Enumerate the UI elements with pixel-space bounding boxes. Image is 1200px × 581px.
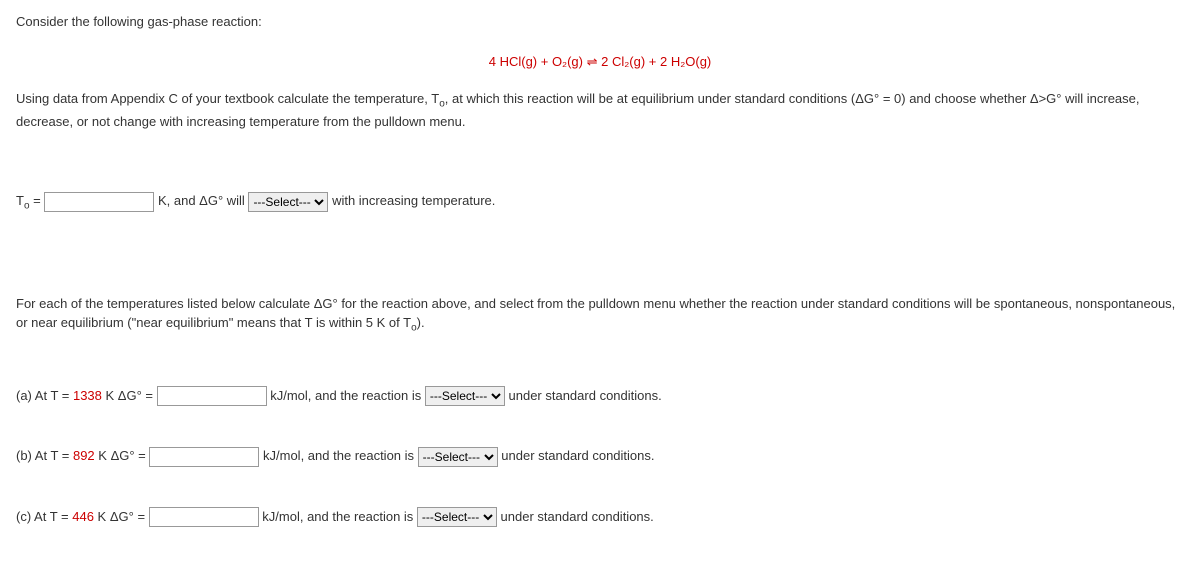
instruction-part-a: Using data from Appendix C of your textb… [16,91,439,106]
part-b-tail: under standard conditions. [501,448,654,463]
part-b-mid: K ΔG° = [95,448,150,463]
part-b-input[interactable] [149,447,259,467]
intro-text: Consider the following gas-phase reactio… [16,12,1184,32]
part-c-temp: 446 [72,509,94,524]
part-a-mid: K ΔG° = [102,388,157,403]
part-a-prefix: (a) At T = [16,388,73,403]
part-b-temp: 892 [73,448,95,463]
part-b-row: (b) At T = 892 K ΔG° = kJ/mol, and the r… [16,446,1184,467]
part-b-select[interactable]: ---Select--- [418,447,498,467]
part-a-after-input: kJ/mol, and the reaction is [270,388,425,403]
part-a-select[interactable]: ---Select--- [425,386,505,406]
instruction-parts: For each of the temperatures listed belo… [16,294,1184,336]
reaction-equation: 4 HCl(g) + O₂(g) ⇌ 2 Cl₂(g) + 2 H₂O(g) [16,52,1184,72]
instruction-equilibrium: Using data from Appendix C of your textb… [16,89,1184,131]
t-o-symbol: T [16,193,24,208]
part-a-row: (a) At T = 1338 K ΔG° = kJ/mol, and the … [16,386,1184,407]
after-t-o-input: K, and ΔG° will [158,193,248,208]
t-o-row: To = K, and ΔG° will ---Select--- with i… [16,191,1184,214]
part-c-row: (c) At T = 446 K ΔG° = kJ/mol, and the r… [16,507,1184,528]
part-c-mid: K ΔG° = [94,509,149,524]
part-b-after-input: kJ/mol, and the reaction is [263,448,418,463]
t-o-equals: = [30,193,45,208]
instruction2-end: ). [417,315,425,330]
part-c-input[interactable] [149,507,259,527]
part-b-prefix: (b) At T = [16,448,73,463]
part-a-tail: under standard conditions. [509,388,662,403]
instruction2-text: For each of the temperatures listed belo… [16,296,1175,331]
after-trend-select: with increasing temperature. [332,193,495,208]
part-c-select[interactable]: ---Select--- [417,507,497,527]
part-c-after-input: kJ/mol, and the reaction is [262,509,417,524]
part-a-temp: 1338 [73,388,102,403]
part-c-tail: under standard conditions. [501,509,654,524]
part-c-prefix: (c) At T = [16,509,72,524]
t-o-input[interactable] [44,192,154,212]
trend-select[interactable]: ---Select--- [248,192,328,212]
part-a-input[interactable] [157,386,267,406]
